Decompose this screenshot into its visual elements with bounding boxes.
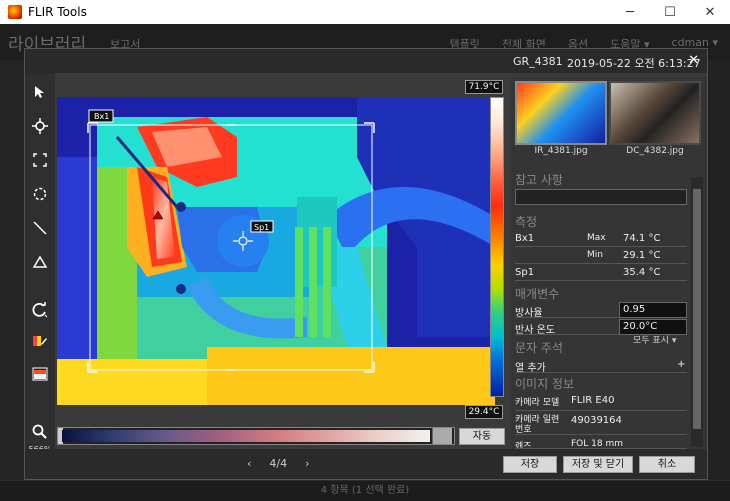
maximize-icon[interactable]: ☐ xyxy=(650,0,690,24)
auto-adjust-button[interactable]: 자동 xyxy=(459,428,505,445)
show-all-link[interactable]: 모두 표시 ▾ xyxy=(633,333,676,346)
add-column-row[interactable]: 열 추가 + xyxy=(515,357,687,374)
panel-scrollbar[interactable] xyxy=(691,177,703,447)
thumbnail-photo-caption: DC_4382.jpg xyxy=(626,146,684,156)
background-panel-left xyxy=(0,60,24,480)
text-annotation-title: 문자 주석 xyxy=(515,341,563,355)
details-panel: IR_4381.jpg DC_4382.jpg 참고 사항 측정 Bx1 Max… xyxy=(511,77,707,449)
box-label: Bx1 xyxy=(94,112,109,121)
line-tool-icon[interactable] xyxy=(29,217,51,239)
circle-tool-icon[interactable] xyxy=(29,183,51,205)
palette-handle-right[interactable] xyxy=(432,428,452,444)
dialog-header: GR_4381 2019-05-22 오전 6:13:27 ✕ xyxy=(25,49,707,73)
save-button[interactable]: 저장 xyxy=(503,456,557,473)
image-datetime: 2019-05-22 오전 6:13:27 xyxy=(567,57,701,70)
params-title: 매개변수 xyxy=(515,287,560,301)
image-mode-icon[interactable] xyxy=(29,363,51,385)
flir-app-icon xyxy=(8,5,22,19)
window-title-bar: FLIR Tools ─ ☐ ✕ xyxy=(0,0,730,24)
window-title: FLIR Tools xyxy=(28,5,87,19)
cancel-button[interactable]: 취소 xyxy=(639,456,695,473)
scale-min-temp[interactable]: 29.4°C xyxy=(465,405,503,419)
palette-icon[interactable] xyxy=(29,331,51,353)
thumbnail-ir[interactable]: IR_4381.jpg xyxy=(515,81,607,159)
rotate-icon[interactable] xyxy=(29,299,51,321)
notes-title: 참고 사항 xyxy=(515,173,563,187)
minimize-icon[interactable]: ─ xyxy=(610,0,650,24)
image-info-title: 이미지 정보 xyxy=(515,377,575,391)
box-tool-icon[interactable] xyxy=(29,149,51,171)
info-row: 렌즈 FOL 18 mm xyxy=(515,437,687,449)
delta-tool-icon[interactable] xyxy=(29,251,51,273)
thumbnail-ir-caption: IR_4381.jpg xyxy=(534,146,588,156)
measure-title: 측정 xyxy=(515,215,538,229)
emissivity-input[interactable]: 0.95 xyxy=(619,302,687,318)
image-edit-dialog: GR_4381 2019-05-22 오전 6:13:27 ✕ Bx1 Sp1 … xyxy=(24,48,708,480)
info-row: 카메라 모델 FLIR E40 xyxy=(515,393,687,411)
save-close-button[interactable]: 저장 및 닫기 xyxy=(563,456,633,473)
temperature-scale-bar xyxy=(490,97,504,397)
select-arrow-icon[interactable] xyxy=(29,81,51,103)
zoom-icon[interactable] xyxy=(29,421,51,443)
tool-bar: 566% xyxy=(25,73,55,454)
spot-label: Sp1 xyxy=(254,223,269,232)
scale-max-temp[interactable]: 71.9°C xyxy=(465,80,503,94)
palette-gradient xyxy=(62,430,430,442)
thumbnail-photo[interactable]: DC_4382.jpg xyxy=(609,81,701,159)
thermal-image[interactable]: Bx1 Sp1 xyxy=(57,97,495,405)
spot-tool-icon[interactable] xyxy=(29,115,51,137)
param-row-emissivity: 방사율 0.95 xyxy=(515,302,687,319)
add-column-icon[interactable]: + xyxy=(677,359,685,370)
measure-row: Bx1 Max 74.1 °C xyxy=(515,231,687,247)
dialog-footer: ‹ 4/4 › 저장 저장 및 닫기 취소 xyxy=(25,449,707,479)
close-dialog-icon[interactable]: ✕ xyxy=(688,53,699,68)
measure-row: Min 29.1 °C xyxy=(515,248,687,264)
measure-row: Sp1 35.4 °C xyxy=(515,265,687,281)
background-panel-right xyxy=(708,60,730,480)
status-bar: 4 항목 (1 선택 완료) xyxy=(0,481,730,501)
close-window-icon[interactable]: ✕ xyxy=(690,0,730,24)
notes-input[interactable] xyxy=(515,189,687,205)
page-indicator: 4/4 xyxy=(269,457,288,470)
palette-level-slider[interactable] xyxy=(57,427,455,445)
image-filename: GR_4381 xyxy=(513,55,563,68)
prev-image-icon[interactable]: ‹ xyxy=(247,457,251,470)
panel-scroll-thumb[interactable] xyxy=(693,189,701,429)
next-image-icon[interactable]: › xyxy=(305,457,309,470)
info-row: 카메라 일련 번호 49039164 xyxy=(515,413,687,435)
